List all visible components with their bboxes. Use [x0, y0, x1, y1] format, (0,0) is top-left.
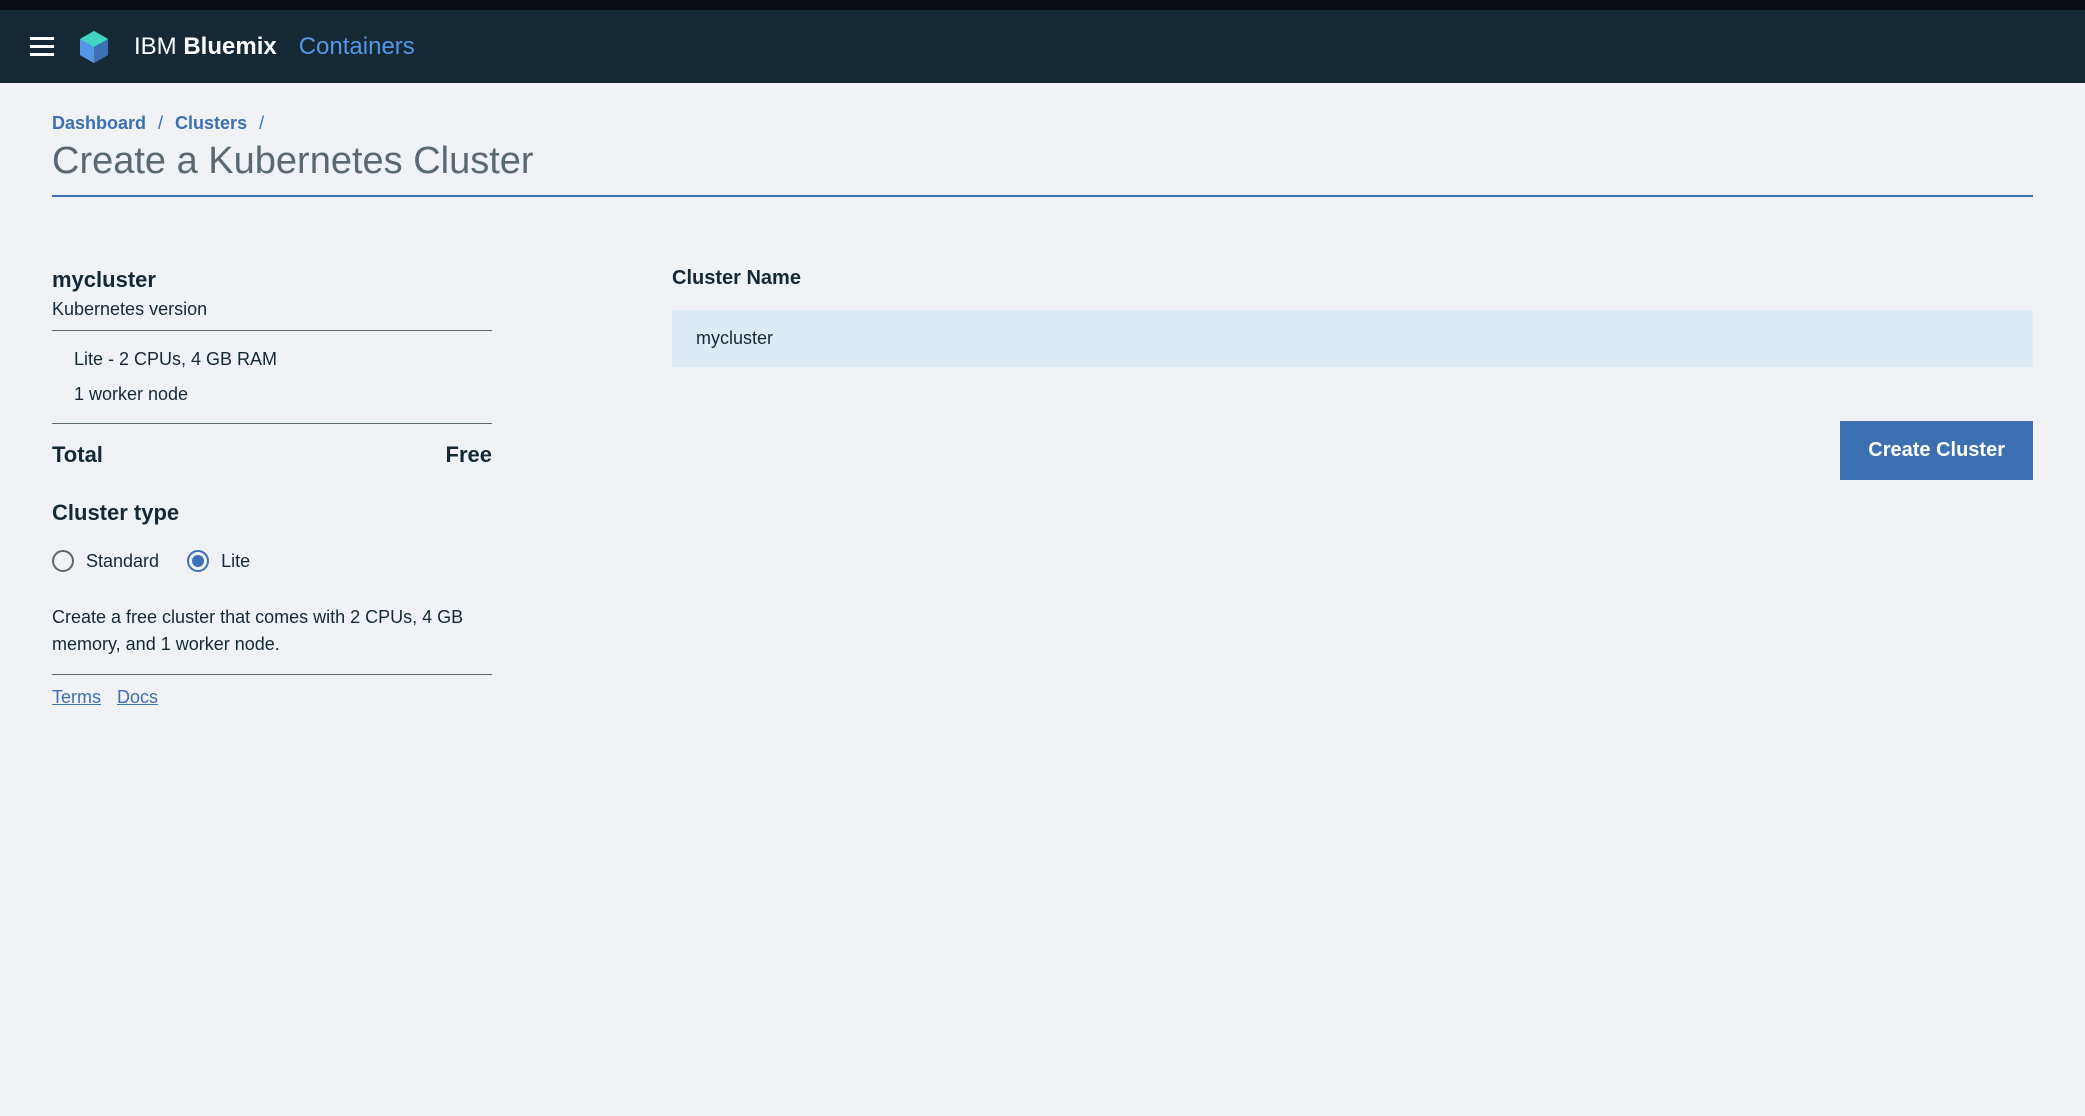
total-value: Free — [446, 442, 492, 468]
page-content: Dashboard / Clusters / Create a Kubernet… — [0, 83, 2085, 738]
spec-item: Lite - 2 CPUs, 4 GB RAM — [74, 349, 492, 370]
breadcrumb-clusters[interactable]: Clusters — [175, 113, 247, 134]
docs-link[interactable]: Docs — [117, 687, 158, 708]
radio-lite[interactable]: Lite — [187, 550, 250, 572]
breadcrumb-separator: / — [158, 113, 163, 134]
radio-icon — [187, 550, 209, 572]
brand-label: IBM Bluemix — [134, 33, 277, 61]
breadcrumb-dashboard[interactable]: Dashboard — [52, 113, 146, 134]
page-title: Create a Kubernetes Cluster — [52, 140, 2033, 197]
footer-links: Terms Docs — [52, 687, 492, 708]
global-header: IBM Bluemix Containers — [0, 10, 2085, 83]
summary-cluster-name: mycluster — [52, 267, 492, 293]
cluster-type-description: Create a free cluster that comes with 2 … — [52, 604, 492, 675]
cluster-name-field-label: Cluster Name — [672, 267, 2033, 290]
top-stripe — [0, 0, 2085, 10]
summary-panel: mycluster Kubernetes version Lite - 2 CP… — [52, 267, 492, 708]
total-label: Total — [52, 442, 103, 468]
summary-subheading: Kubernetes version — [52, 299, 492, 331]
cluster-type-label: Cluster type — [52, 500, 492, 526]
total-row: Total Free — [52, 442, 492, 468]
radio-standard[interactable]: Standard — [52, 550, 159, 572]
form-panel: Cluster Name Create Cluster — [672, 267, 2033, 708]
product-label[interactable]: Containers — [299, 33, 415, 61]
radio-label-standard: Standard — [86, 551, 159, 572]
cluster-name-input[interactable] — [672, 310, 2033, 367]
radio-icon — [52, 550, 74, 572]
radio-dot-icon — [192, 555, 204, 567]
menu-icon[interactable] — [30, 37, 54, 56]
spec-list: Lite - 2 CPUs, 4 GB RAM 1 worker node — [52, 331, 492, 424]
bluemix-logo-icon — [76, 29, 112, 65]
terms-link[interactable]: Terms — [52, 687, 101, 708]
create-cluster-button[interactable]: Create Cluster — [1840, 421, 2033, 480]
radio-label-lite: Lite — [221, 551, 250, 572]
breadcrumb: Dashboard / Clusters / — [52, 113, 2033, 134]
breadcrumb-separator: / — [259, 113, 264, 134]
cluster-type-radio-group: Standard Lite — [52, 550, 492, 572]
spec-item: 1 worker node — [74, 384, 492, 405]
main-layout: mycluster Kubernetes version Lite - 2 CP… — [52, 267, 2033, 708]
